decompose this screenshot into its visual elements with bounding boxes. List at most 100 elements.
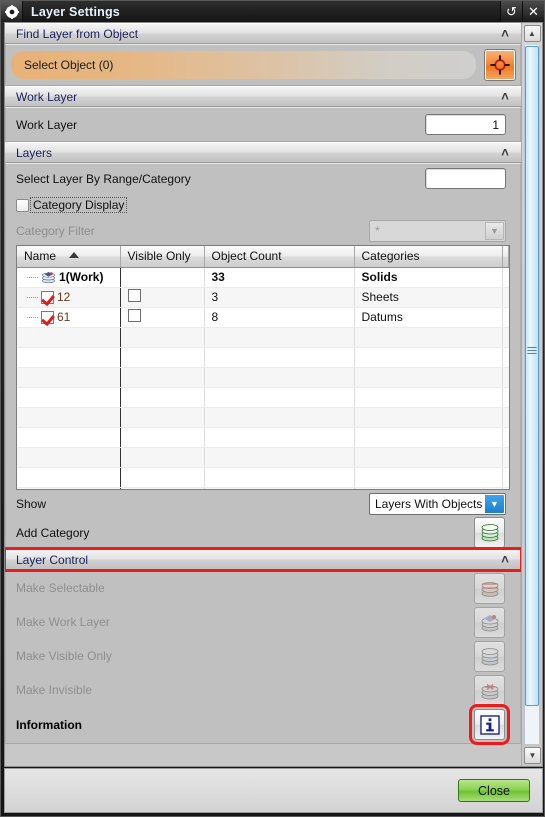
- scroll-down-arrow-icon[interactable]: ▼: [524, 747, 541, 764]
- scroll-up-arrow-icon[interactable]: ▲: [523, 25, 541, 42]
- column-header-visible-only[interactable]: Visible Only: [120, 246, 205, 268]
- column-header-spacer: [502, 246, 509, 268]
- make-work-layer-row[interactable]: Make Work Layer: [16, 605, 510, 639]
- select-layer-by-range-row: Select Layer By Range/Category: [16, 164, 510, 193]
- scrollbar-track[interactable]: [524, 45, 540, 744]
- dialog-body: Find Layer from Object ˄ Select Object (…: [4, 22, 543, 767]
- column-header-object-count[interactable]: Object Count: [204, 246, 355, 268]
- information-row[interactable]: Information: [16, 704, 510, 745]
- vertical-scrollbar[interactable]: ▲ ▼: [521, 23, 542, 766]
- dialog-content: Find Layer from Object ˄ Select Object (…: [5, 23, 521, 766]
- cell-name: 1(Work): [17, 267, 121, 288]
- chevron-down-icon[interactable]: ▼: [485, 495, 504, 513]
- category-filter-value: *: [375, 224, 380, 238]
- table-row-empty[interactable]: [17, 467, 509, 488]
- section-title: Work Layer: [16, 89, 78, 104]
- reset-arrow-icon[interactable]: ↺: [500, 1, 522, 22]
- select-layer-by-range-label: Select Layer By Range/Category: [16, 171, 191, 186]
- layer-work-icon[interactable]: [474, 607, 505, 638]
- make-work-layer-label: Make Work Layer: [16, 615, 110, 629]
- chevron-up-icon[interactable]: ˄: [495, 143, 515, 162]
- make-visible-only-row[interactable]: Make Visible Only: [16, 639, 510, 673]
- category-filter-row: Category Filter * ▼: [16, 217, 510, 245]
- select-object-bar[interactable]: Select Object (0): [11, 51, 476, 79]
- layer-name: 1(Work): [59, 270, 104, 284]
- make-invisible-row[interactable]: Make Invisible: [16, 673, 510, 707]
- table-header-row: Name Visible Only Object Count Categorie…: [17, 246, 509, 268]
- layers-panel: Select Layer By Range/Category Category …: [5, 163, 521, 549]
- category-display-checkbox[interactable]: [16, 198, 29, 212]
- table-row-empty[interactable]: [17, 327, 509, 348]
- cell-visible-only[interactable]: [120, 287, 205, 308]
- category-display-label: Category Display: [30, 197, 128, 213]
- cell-visible-only[interactable]: [120, 307, 205, 328]
- table-row[interactable]: 12 3 Sheets: [17, 287, 509, 308]
- show-dropdown[interactable]: Layers With Objects ▼: [369, 493, 506, 515]
- visible-only-checkbox[interactable]: [127, 309, 141, 322]
- make-selectable-row[interactable]: Make Selectable: [16, 571, 510, 605]
- layer-name: 61: [57, 310, 71, 324]
- section-header-layers[interactable]: Layers ˄: [5, 142, 521, 163]
- cell-categories: Datums: [354, 307, 503, 328]
- layer-name: 12: [57, 290, 71, 304]
- red-check-icon[interactable]: [41, 310, 54, 324]
- scrollbar-thumb[interactable]: [525, 46, 539, 706]
- table-row[interactable]: 61 8 Datums: [17, 307, 509, 328]
- close-x-icon[interactable]: ✕: [522, 1, 544, 22]
- section-header-find-layer-from-object[interactable]: Find Layer from Object ˄: [5, 23, 521, 44]
- select-layer-by-range-input[interactable]: [425, 168, 506, 189]
- crosshair-target-icon[interactable]: [484, 49, 516, 81]
- cell-visible-only[interactable]: [120, 267, 205, 288]
- layer-selectable-icon[interactable]: [474, 573, 505, 604]
- tree-connector-icon: [27, 316, 38, 318]
- table-row[interactable]: 1(Work) 33 Solids: [17, 267, 509, 288]
- red-check-icon[interactable]: [41, 290, 54, 304]
- layers-table[interactable]: Name Visible Only Object Count Categorie…: [16, 245, 510, 490]
- window-title: Layer Settings: [23, 1, 500, 22]
- layer-control-panel: Make Selectable Make Work Layer Make Vis…: [5, 570, 521, 745]
- column-header-name[interactable]: Name: [17, 246, 121, 268]
- cell-object-count: 3: [204, 287, 355, 308]
- category-display-row[interactable]: Category Display: [16, 193, 510, 217]
- select-object-label: Select Object (0): [24, 58, 114, 72]
- column-header-categories[interactable]: Categories: [354, 246, 503, 268]
- section-header-work-layer[interactable]: Work Layer ˄: [5, 86, 521, 107]
- green-layer-stack-icon[interactable]: [474, 517, 505, 548]
- table-row-empty[interactable]: [17, 367, 509, 388]
- work-layer-panel: Work Layer 1: [5, 107, 521, 142]
- make-selectable-label: Make Selectable: [16, 581, 105, 595]
- information-i-icon[interactable]: [469, 704, 510, 745]
- add-category-label: Add Category: [16, 526, 90, 540]
- make-visible-only-label: Make Visible Only: [16, 649, 112, 663]
- table-body: 1(Work) 33 Solids 12 3 Sheets 61 8 Datum…: [17, 267, 509, 489]
- work-layer-input[interactable]: 1: [425, 114, 506, 135]
- add-category-row: Add Category: [16, 517, 510, 548]
- table-row-empty[interactable]: [17, 347, 509, 368]
- section-header-layer-control[interactable]: Layer Control ˄: [5, 547, 521, 572]
- find-layer-panel: Select Object (0): [5, 44, 521, 86]
- cell-categories: Solids: [354, 267, 503, 288]
- table-row-empty[interactable]: [17, 427, 509, 448]
- tree-connector-icon: [27, 276, 38, 278]
- chevron-up-icon[interactable]: ˄: [495, 87, 515, 106]
- table-row-empty[interactable]: [17, 407, 509, 428]
- table-row-empty[interactable]: [17, 387, 509, 408]
- cell-object-count: 8: [204, 307, 355, 328]
- show-row: Show Layers With Objects ▼: [16, 490, 510, 518]
- work-layer-row: Work Layer 1: [16, 108, 510, 141]
- table-row-empty[interactable]: [17, 447, 509, 468]
- layer-settings-dialog: Layer Settings ↺ ✕ Find Layer from Objec…: [0, 0, 545, 817]
- show-value: Layers With Objects: [375, 497, 483, 511]
- chevron-up-icon[interactable]: ˄: [495, 550, 515, 569]
- layer-invisible-icon[interactable]: [474, 675, 505, 706]
- gear-icon[interactable]: [1, 1, 23, 22]
- chevron-up-icon[interactable]: ˄: [495, 24, 515, 43]
- cell-spacer: [502, 287, 509, 308]
- layer-visible-icon[interactable]: [474, 641, 505, 672]
- close-button[interactable]: Close: [458, 779, 530, 802]
- category-filter-dropdown[interactable]: * ▼: [369, 220, 506, 242]
- chevron-down-icon[interactable]: ▼: [485, 222, 504, 240]
- visible-only-checkbox[interactable]: [127, 289, 141, 302]
- column-label: Name: [24, 249, 57, 264]
- show-label: Show: [16, 497, 47, 511]
